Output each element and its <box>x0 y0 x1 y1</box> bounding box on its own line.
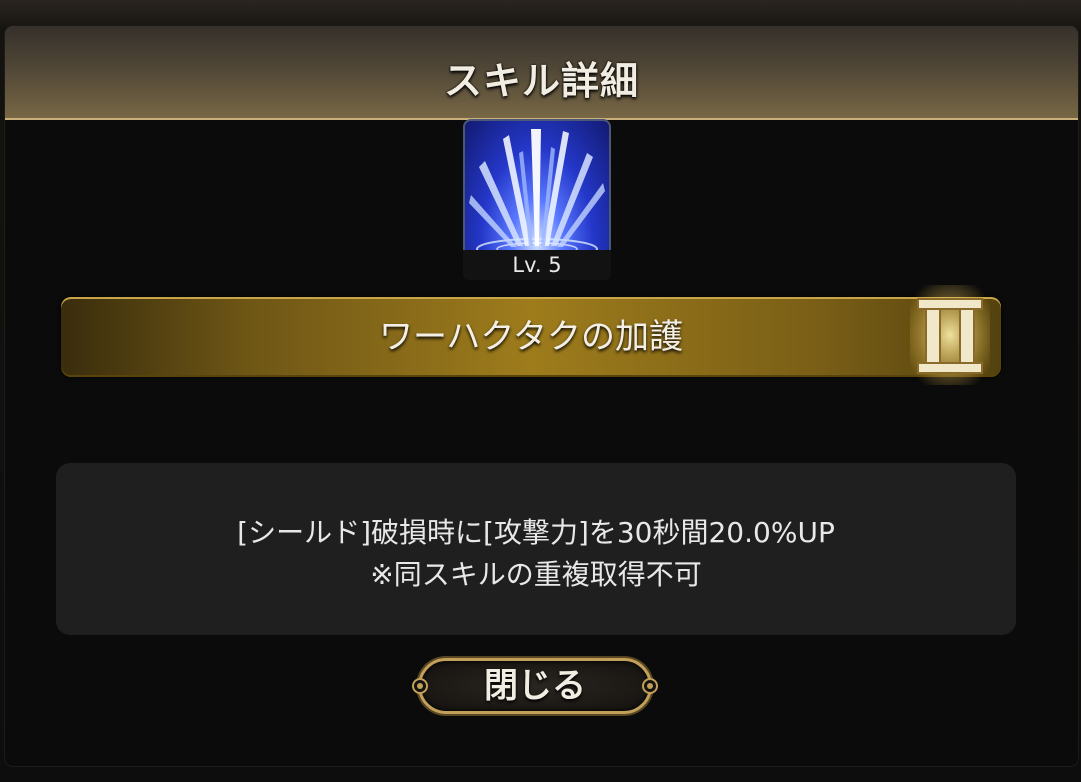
skill-burst-icon <box>463 119 611 267</box>
skill-name: ワーハクタクの加護 <box>379 317 683 357</box>
skill-description-box: [シールド]破損時に[攻撃力]を30秒間20.0%UP ※同スキルの重複取得不可 <box>56 463 1016 635</box>
skill-stack-note: ※同スキルの重複取得不可 <box>370 558 702 591</box>
close-button-label: 閉じる <box>484 666 586 706</box>
skill-level-badge: Lv. 5 <box>463 250 611 280</box>
skill-name-bar: ワーハクタクの加護 <box>61 297 1001 377</box>
dialog-header: スキル詳細 <box>5 26 1078 120</box>
dialog-title: スキル詳細 <box>443 59 639 103</box>
roman-numeral-two-emblem <box>910 285 990 385</box>
close-button[interactable]: 閉じる <box>410 654 660 718</box>
skill-effect-text: [シールド]破損時に[攻撃力]を30秒間20.0%UP <box>237 516 835 549</box>
